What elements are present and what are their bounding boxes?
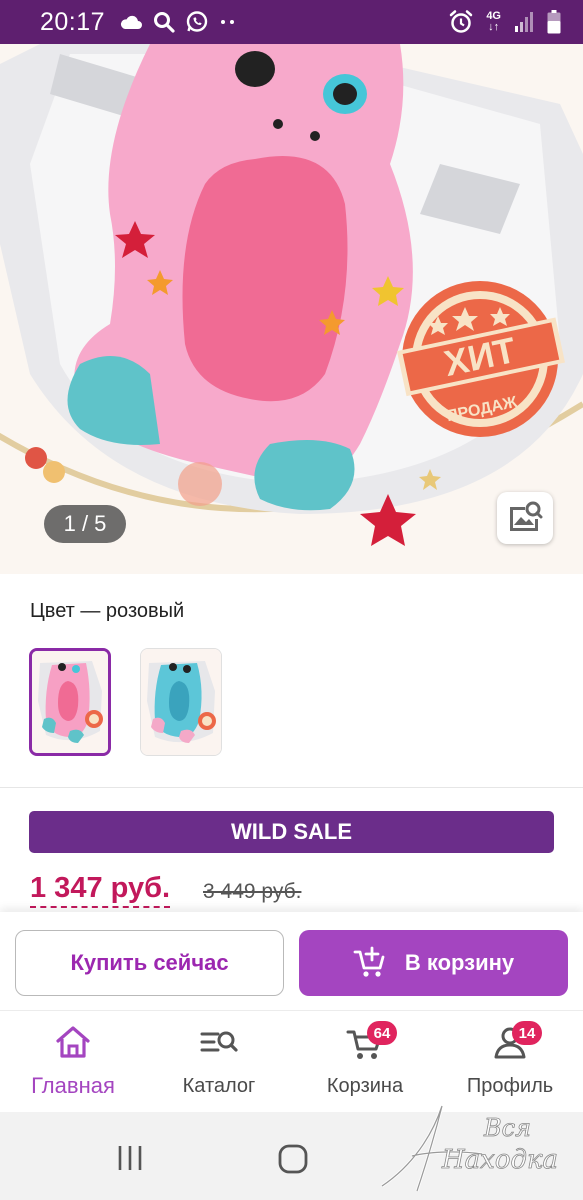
blue-variant-thumbnail [141,649,221,755]
old-price: 3 449 руб. [203,880,302,903]
image-counter: 1 / 5 [44,505,126,543]
pink-variant-thumbnail [32,651,108,753]
more-dots-icon [221,20,235,24]
network-4g-icon: 4G ↓↑ [486,10,501,33]
purchase-action-bar: Купить сейчас В корзину [0,912,583,1010]
catalog-search-icon [200,1031,238,1052]
add-to-cart-button[interactable]: В корзину [299,930,568,996]
watermark-logo: Вся Находка [381,1105,558,1192]
nav-profile-label: Профиль [466,1075,554,1097]
alarm-icon [450,10,473,33]
profile-badge: 14 [512,1021,542,1045]
color-option-blue[interactable] [140,648,222,756]
nav-home[interactable]: Главная [0,1011,146,1113]
add-to-cart-icon [353,946,385,977]
home-icon [56,1026,90,1058]
add-to-cart-label: В корзину [404,950,515,975]
home-button-icon[interactable] [278,1144,308,1174]
product-image: ХИТ ПРОДАЖ [0,44,583,574]
network-label: 4G [486,10,501,22]
watermark-line2: Находка [441,1145,558,1175]
cart-badge: 64 [367,1021,397,1045]
signal-icon [515,12,533,32]
status-bar: 20:17 4G ↓↑ [0,0,583,44]
nav-home-label: Главная [31,1073,115,1098]
recent-apps-icon[interactable] [116,1144,144,1172]
buy-now-button[interactable]: Купить сейчас [15,930,284,996]
battery-icon [547,10,561,34]
section-divider [0,787,583,788]
nav-catalog[interactable]: Каталог [146,1011,292,1113]
color-option-pink[interactable] [29,648,111,756]
watermark-line1: Вся [483,1114,531,1142]
wild-sale-banner: WILD SALE [29,811,554,853]
whatsapp-icon [186,11,208,32]
search-icon [154,12,175,33]
status-time: 20:17 [40,7,106,36]
image-search-button[interactable] [497,492,553,544]
nav-cart-label: Корзина [326,1075,404,1097]
image-search-icon [510,501,543,531]
cloud-icon [120,15,143,29]
product-gallery[interactable]: ХИТ ПРОДАЖ [0,44,583,574]
color-label: Цвет — розовый [30,600,185,622]
current-price: 1 347 руб. [30,872,171,908]
nav-catalog-label: Каталог [182,1075,256,1097]
